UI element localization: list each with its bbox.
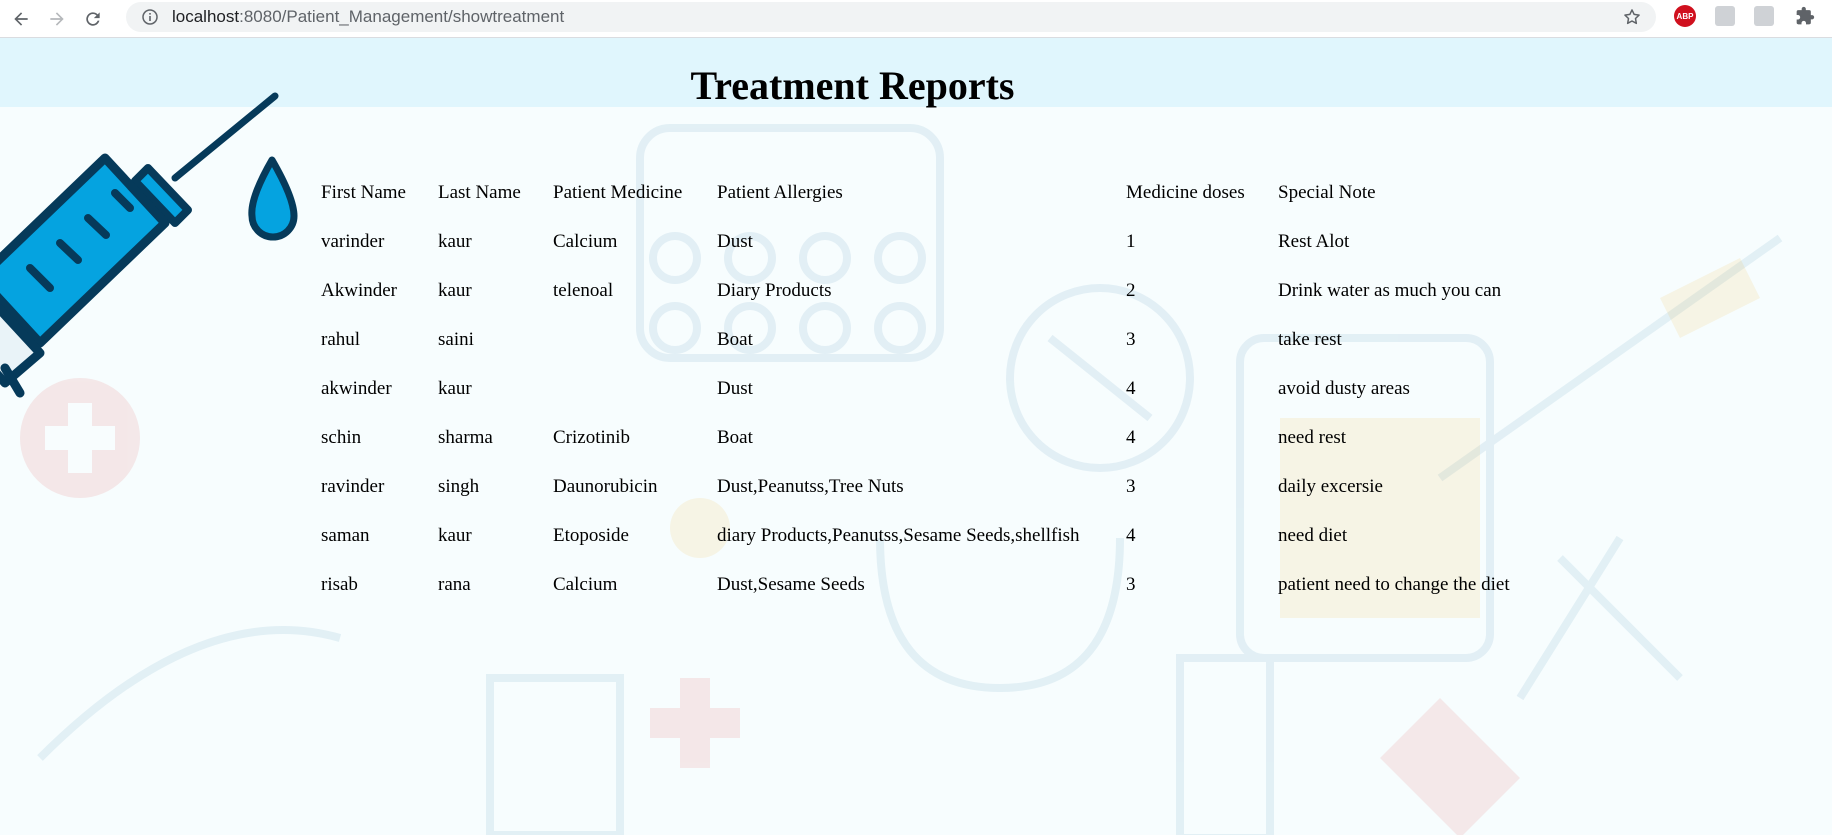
info-icon[interactable] <box>142 9 158 25</box>
cell-last-name: saini <box>438 328 474 350</box>
cell-first-name: schin <box>321 426 362 448</box>
cell-last-name: kaur <box>438 230 472 252</box>
cell-special-note: patient need to change the diet <box>1278 573 1510 595</box>
cell-first-name: akwinder <box>321 377 392 399</box>
cell-patient-allergies: Dust <box>717 377 753 399</box>
back-icon[interactable] <box>6 4 36 34</box>
treatment-reports-table: First Name Last Name Patient Medicine Pa… <box>321 169 1558 609</box>
url-host: localhost <box>172 7 240 26</box>
cell-last-name: sharma <box>438 426 493 448</box>
table-row: risab rana Calcium Dust,Sesame Seeds 3 p… <box>321 560 1558 609</box>
cell-first-name: rahul <box>321 328 361 350</box>
syringe-icon <box>0 92 298 398</box>
column-header-special-note: Special Note <box>1278 182 1376 203</box>
puzzle-icon[interactable] <box>1793 4 1817 28</box>
cell-patient-medicine <box>553 364 717 413</box>
cell-last-name: rana <box>438 573 471 595</box>
table-row: akwinder kaur Dust 4 avoid dusty areas <box>321 364 1558 413</box>
browser-toolbar: localhost:8080/Patient_Management/showtr… <box>0 0 1832 38</box>
cell-medicine-doses: 4 <box>1126 524 1136 546</box>
cell-last-name: singh <box>438 475 480 497</box>
cell-patient-allergies: Dust,Peanutss,Tree Nuts <box>717 475 904 497</box>
cell-special-note: need rest <box>1278 426 1347 448</box>
cell-last-name: kaur <box>438 279 472 301</box>
table-row: ravinder singh Daunorubicin Dust,Peanuts… <box>321 462 1558 511</box>
cell-first-name: ravinder <box>321 475 385 497</box>
reload-icon[interactable] <box>78 4 108 34</box>
cell-patient-medicine: Crizotinib <box>553 426 631 448</box>
table-row: saman kaur Etoposide diary Products,Pean… <box>321 511 1558 560</box>
cell-first-name: saman <box>321 524 370 546</box>
extension-icon[interactable] <box>1713 4 1737 28</box>
url-text: localhost:8080/Patient_Management/showtr… <box>172 7 564 27</box>
cell-patient-allergies: Boat <box>717 426 753 448</box>
cell-last-name: kaur <box>438 377 472 399</box>
column-header-patient-medicine: Patient Medicine <box>553 182 683 203</box>
cell-patient-allergies: Boat <box>717 328 753 350</box>
cell-last-name: kaur <box>438 524 472 546</box>
cell-special-note: need diet <box>1278 524 1348 546</box>
cell-patient-medicine <box>553 315 717 364</box>
cell-special-note: take rest <box>1278 328 1342 350</box>
url-path: :8080/Patient_Management/showtreatment <box>239 7 565 26</box>
cell-special-note: daily excersie <box>1278 475 1383 497</box>
abp-icon[interactable]: ABP <box>1673 4 1697 28</box>
cell-medicine-doses: 4 <box>1126 426 1136 448</box>
forward-icon[interactable] <box>42 4 72 34</box>
cell-special-note: avoid dusty areas <box>1278 377 1410 399</box>
cell-medicine-doses: 3 <box>1126 328 1136 350</box>
column-header-first-name: First Name <box>321 182 406 203</box>
cell-patient-allergies: Dust,Sesame Seeds <box>717 573 865 595</box>
column-header-last-name: Last Name <box>438 182 521 203</box>
column-header-patient-allergies: Patient Allergies <box>717 182 843 203</box>
page-title: Treatment Reports <box>690 63 1015 108</box>
table-header-row: First Name Last Name Patient Medicine Pa… <box>321 169 1558 217</box>
abp-label: ABP <box>1674 5 1696 27</box>
cell-first-name: Akwinder <box>321 279 397 301</box>
cell-patient-allergies: diary Products,Peanutss,Sesame Seeds,she… <box>717 524 1080 546</box>
cell-patient-allergies: Diary Products <box>717 279 832 301</box>
cell-medicine-doses: 3 <box>1126 475 1136 497</box>
cell-first-name: varinder <box>321 230 385 252</box>
extension-icon[interactable] <box>1752 4 1776 28</box>
table-row: schin sharma Crizotinib Boat 4 need rest <box>321 413 1558 462</box>
cell-special-note: Rest Alot <box>1278 230 1350 252</box>
cell-medicine-doses: 4 <box>1126 377 1136 399</box>
cell-medicine-doses: 2 <box>1126 279 1136 301</box>
cell-patient-medicine: Etoposide <box>553 524 629 546</box>
cell-medicine-doses: 3 <box>1126 573 1136 595</box>
page-content: Treatment Reports First Name Last Name P… <box>0 38 1832 835</box>
cell-first-name: risab <box>321 573 358 595</box>
table-row: varinder kaur Calcium Dust 1 Rest Alot <box>321 217 1558 266</box>
cell-patient-medicine: Calcium <box>553 573 618 595</box>
cell-patient-medicine: Calcium <box>553 230 618 252</box>
cell-special-note: Drink water as much you can <box>1278 279 1502 301</box>
cell-medicine-doses: 1 <box>1126 230 1136 252</box>
cell-patient-medicine: Daunorubicin <box>553 475 658 497</box>
bookmark-star-icon[interactable] <box>1622 7 1642 27</box>
cell-patient-medicine: telenoal <box>553 279 614 301</box>
address-bar[interactable]: localhost:8080/Patient_Management/showtr… <box>126 2 1656 32</box>
table-row: rahul saini Boat 3 take rest <box>321 315 1558 364</box>
column-header-medicine-doses: Medicine doses <box>1126 182 1245 203</box>
cell-patient-allergies: Dust <box>717 230 753 252</box>
table-row: Akwinder kaur telenoal Diary Products 2 … <box>321 266 1558 315</box>
